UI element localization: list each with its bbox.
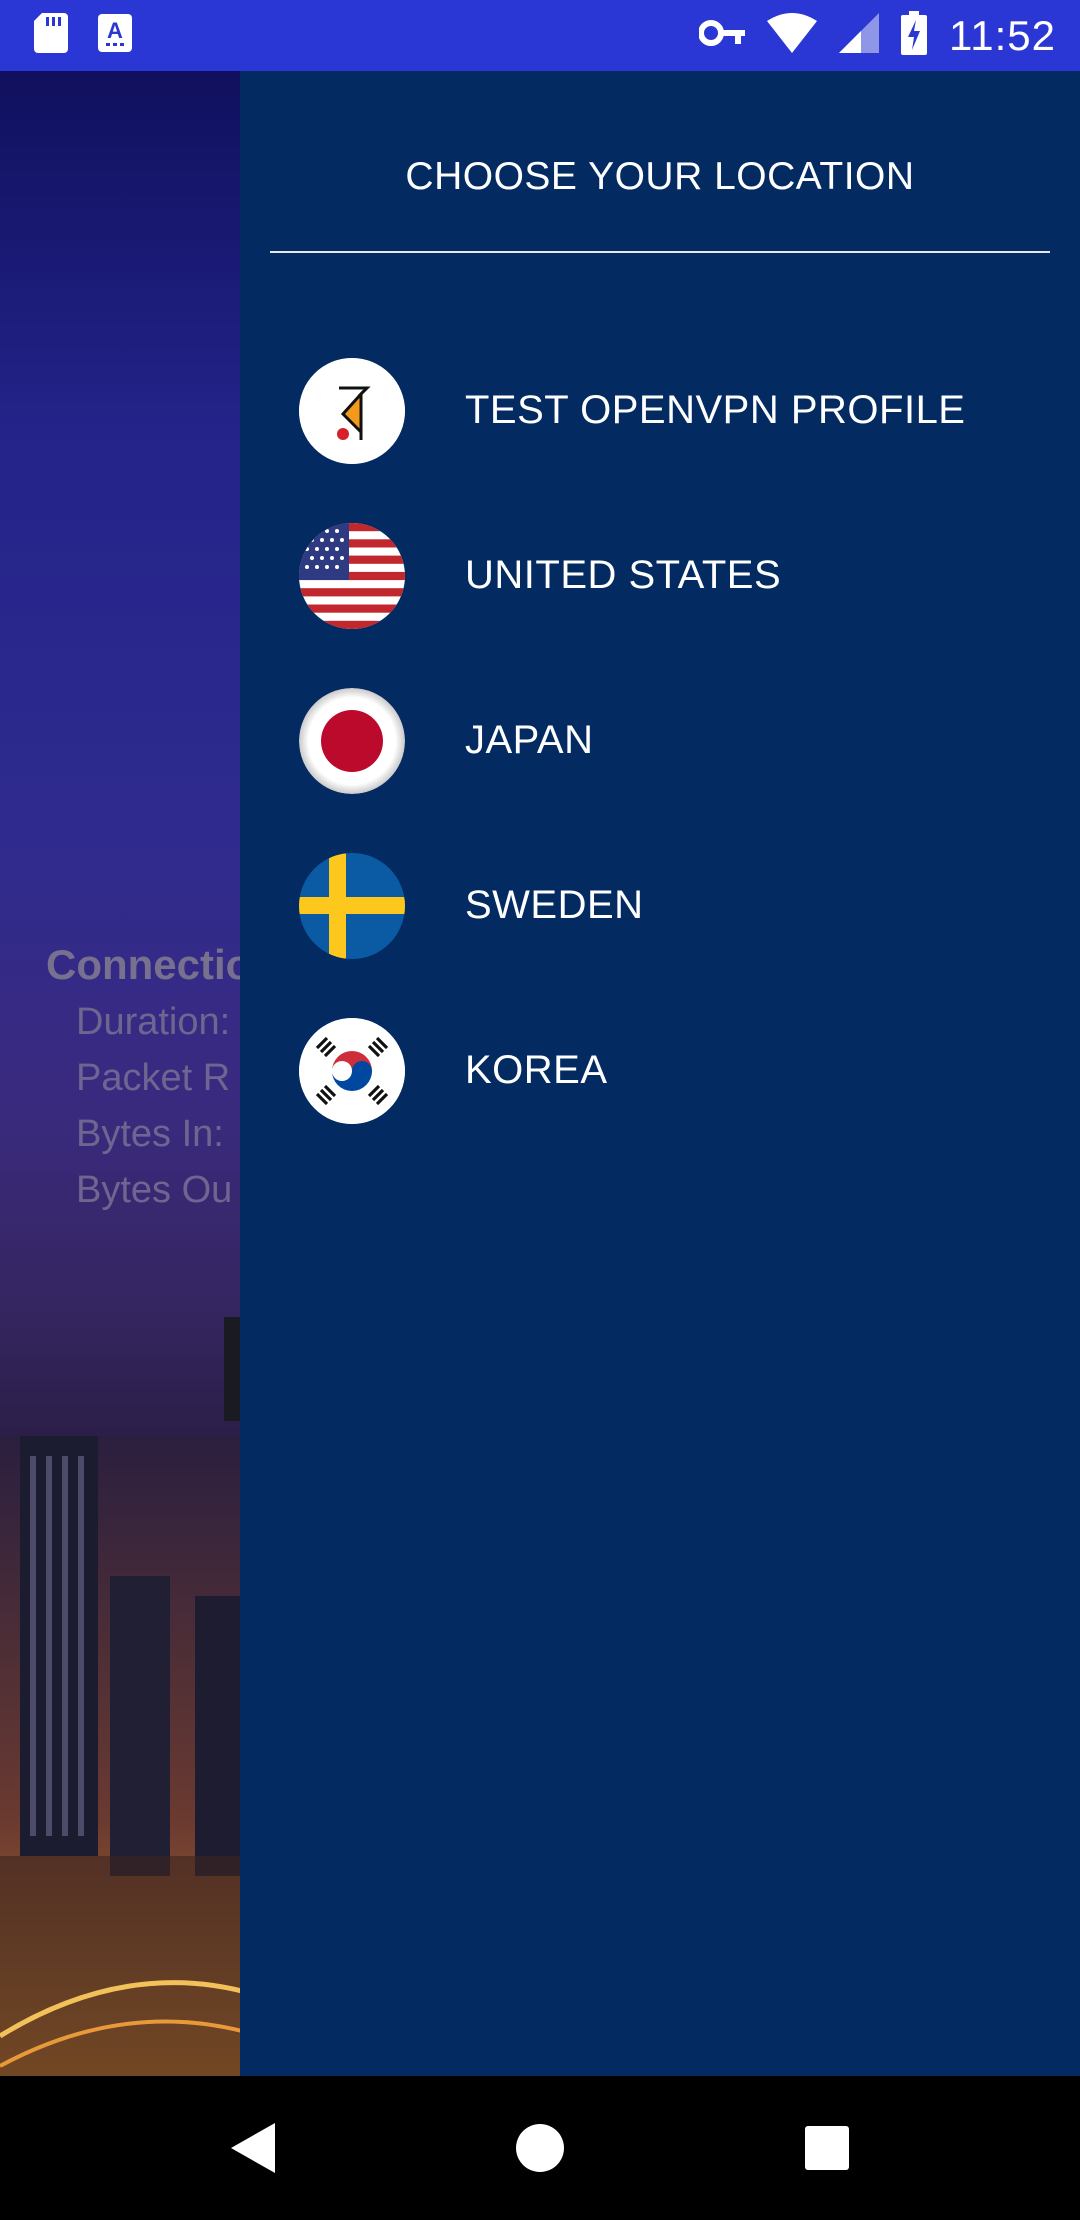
connection-info: Connectio Duration: Packet R Bytes In: B…: [46, 941, 251, 1225]
japan-flag-icon: [299, 687, 405, 794]
battery-charging-icon: [901, 11, 927, 60]
location-label: SWEDEN: [465, 883, 644, 927]
city-skyline-image: [0, 1436, 260, 2076]
location-label: TEST OPENVPN PROFILE: [465, 388, 966, 432]
drawer-title: CHOOSE YOUR LOCATION: [405, 155, 915, 198]
status-bar: A 11:52: [0, 0, 1080, 71]
location-drawer: CHOOSE YOUR LOCATION TEST OPENVPN PROFIL…: [240, 71, 1080, 2076]
location-label: UNITED STATES: [465, 553, 782, 597]
wifi-icon: [767, 13, 817, 58]
location-item-japan[interactable]: JAPAN: [240, 658, 1080, 823]
korea-flag-icon: [299, 1017, 405, 1124]
openvpn-logo-icon: [299, 357, 405, 464]
navigation-bar: [0, 2076, 1080, 2220]
location-label: JAPAN: [465, 718, 594, 762]
connection-title: Connectio: [46, 941, 252, 988]
location-item-sweden[interactable]: SWEDEN: [240, 823, 1080, 988]
keyboard-a-icon: A: [98, 14, 132, 57]
sweden-flag-icon: [299, 852, 405, 959]
vpn-key-icon: [698, 20, 745, 51]
location-list: TEST OPENVPN PROFILE UNITED STATES JAPAN…: [240, 328, 1080, 1153]
cell-signal-icon: [839, 13, 879, 58]
bytes-out-label: Bytes Ou: [76, 1169, 233, 1211]
divider: [270, 251, 1050, 253]
bytes-in-label: Bytes In:: [76, 1113, 224, 1155]
sd-card-icon: [34, 13, 68, 58]
packet-received-label: Packet R: [76, 1057, 231, 1099]
status-time: 11:52: [949, 11, 1056, 59]
back-icon[interactable]: [208, 2103, 298, 2193]
us-flag-icon: [299, 522, 405, 629]
home-icon[interactable]: [495, 2103, 585, 2193]
location-item-test-openvpn[interactable]: TEST OPENVPN PROFILE: [240, 328, 1080, 493]
location-item-korea[interactable]: KOREA: [240, 988, 1080, 1153]
location-label: KOREA: [465, 1048, 608, 1092]
location-item-united-states[interactable]: UNITED STATES: [240, 493, 1080, 658]
svg-text:A: A: [107, 18, 123, 43]
recents-icon[interactable]: [782, 2103, 872, 2193]
duration-label: Duration:: [76, 1001, 231, 1043]
